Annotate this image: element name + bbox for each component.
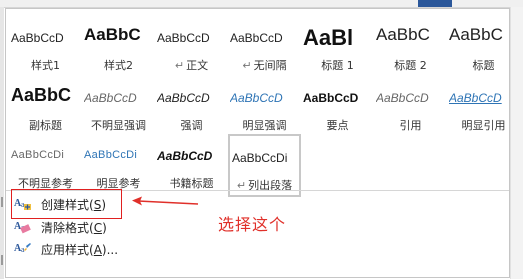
- style-preview: AaBbCcD: [376, 91, 429, 105]
- style-name: 明显引用: [447, 117, 520, 133]
- style-name-text: 标题 1: [321, 59, 354, 72]
- style-tile[interactable]: AaBbCcDi 明显参考: [82, 134, 155, 197]
- left-edge-marker: [1, 255, 3, 265]
- style-tile[interactable]: AaBbCcD ↵ 正文: [155, 16, 228, 79]
- paragraph-mark-icon: ↵: [242, 59, 252, 72]
- style-name: 强调: [155, 117, 228, 133]
- pointer-arrow: [132, 196, 199, 206]
- apply-style-label: 应用样式(A)...: [41, 243, 119, 257]
- paragraph-mark-icon: ↵: [174, 59, 185, 72]
- style-name-text: 无间隔: [253, 59, 287, 72]
- style-name-text: 书籍标题: [169, 177, 214, 190]
- style-preview: AaBbCcD: [157, 91, 210, 105]
- style-name-text: 明显引用: [461, 119, 506, 132]
- style-name: 标题: [447, 57, 520, 73]
- clear-format-item[interactable]: A a 清除格式(C): [11, 216, 121, 236]
- style-tile[interactable]: AaBbCcD 强调: [155, 76, 228, 139]
- style-name-text: 样式2: [104, 59, 133, 72]
- style-tile[interactable]: AaBbCcD 明显引用: [447, 76, 520, 139]
- style-tile[interactable]: AaBbCcD 要点: [301, 76, 374, 139]
- style-preview: AaBbCcD: [84, 91, 137, 105]
- style-name-text: 副标题: [29, 119, 62, 132]
- left-edge-marker: [1, 197, 3, 207]
- style-tile[interactable]: AaBbCcD 不明显强调: [82, 76, 155, 139]
- style-tile[interactable]: AaBbC 标题: [447, 16, 520, 79]
- style-name: 标题 2: [374, 57, 447, 73]
- style-preview: AaBbCcD: [157, 149, 213, 163]
- style-name: 标题 1: [301, 57, 374, 73]
- ribbon-accent: [418, 0, 452, 7]
- style-preview: AaBbCcD: [11, 31, 64, 45]
- style-name: 要点: [301, 117, 374, 133]
- style-name: 引用: [374, 117, 447, 133]
- style-tile[interactable]: AaBbCcD 明显强调: [228, 76, 301, 139]
- style-preview: AaBbC: [11, 85, 72, 105]
- style-name: ↵ 无间隔: [228, 57, 301, 73]
- highlight-box: [11, 189, 122, 219]
- style-tile[interactable]: AaBbCcDi 不明显参考: [9, 134, 82, 197]
- style-preview: AaBbCcDi: [11, 149, 65, 161]
- style-tile[interactable]: AaBbCcDi ↵ 列出段落: [228, 134, 301, 197]
- svg-text:a: a: [21, 245, 25, 254]
- style-name: 不明显强调: [82, 117, 155, 133]
- styles-gallery-panel: AaBbCcD 样式1 AaBbC 样式2 AaBbCcD ↵ 正文 AaBbCcD ↵ 无间隔 A…: [5, 8, 510, 278]
- style-name-text: 样式1: [31, 59, 60, 72]
- style-preview: AaBbCcD: [230, 31, 283, 45]
- style-name-text: 引用: [399, 119, 422, 132]
- style-preview: AaBbCcD: [303, 91, 359, 105]
- style-name-text: 标题 2: [394, 59, 427, 72]
- style-name: 样式1: [9, 57, 82, 73]
- clear-format-label: 清除格式(C): [41, 221, 107, 235]
- style-tile[interactable]: AaBbCcD 引用: [374, 76, 447, 139]
- style-name: ↵ 正文: [155, 57, 228, 73]
- style-preview: AaBbCcDi: [232, 151, 288, 165]
- style-name-text: 不明显强调: [91, 119, 146, 132]
- style-name: 副标题: [9, 117, 82, 133]
- style-preview: AaBbCcDi: [84, 149, 138, 161]
- style-tile[interactable]: AaBbCcD 样式1: [9, 16, 82, 79]
- apply-style-icon: A a: [14, 243, 31, 254]
- style-name: 书籍标题: [155, 175, 228, 191]
- document-left-edge: [0, 7, 4, 279]
- style-preview: AaBbCcD: [449, 91, 502, 105]
- style-name-text: 明显强调: [242, 119, 287, 132]
- style-preview: AaBl: [303, 25, 354, 47]
- style-name-text: 强调: [180, 119, 203, 132]
- style-preview: AaBbC: [376, 25, 430, 44]
- style-tile[interactable]: AaBbC 标题 2: [374, 16, 447, 79]
- style-name: 样式2: [82, 57, 155, 73]
- style-tile[interactable]: AaBbCcD 书籍标题: [155, 134, 228, 197]
- style-preview: AaBbC: [449, 25, 503, 44]
- style-tile[interactable]: AaBl 标题 1: [301, 16, 374, 79]
- style-name-text: 标题: [472, 59, 495, 72]
- style-name-text: 正文: [186, 59, 209, 72]
- style-preview: AaBbC: [84, 25, 141, 44]
- style-tile[interactable]: AaBbC 样式2: [82, 16, 155, 79]
- style-tile[interactable]: AaBbCcD ↵ 无间隔: [228, 16, 301, 79]
- style-preview: AaBbCcD: [157, 31, 210, 45]
- style-name-text: 要点: [326, 119, 349, 132]
- annotation-text: 选择这个: [218, 215, 287, 234]
- style-tile[interactable]: AaBbC 副标题: [9, 76, 82, 139]
- ribbon-top-strip: [0, 0, 523, 8]
- apply-style-item[interactable]: A a 应用样式(A)...: [11, 238, 121, 258]
- clear-format-icon: A a: [14, 221, 31, 234]
- style-preview: AaBbCcD: [230, 91, 283, 105]
- style-name: 明显强调: [228, 117, 301, 133]
